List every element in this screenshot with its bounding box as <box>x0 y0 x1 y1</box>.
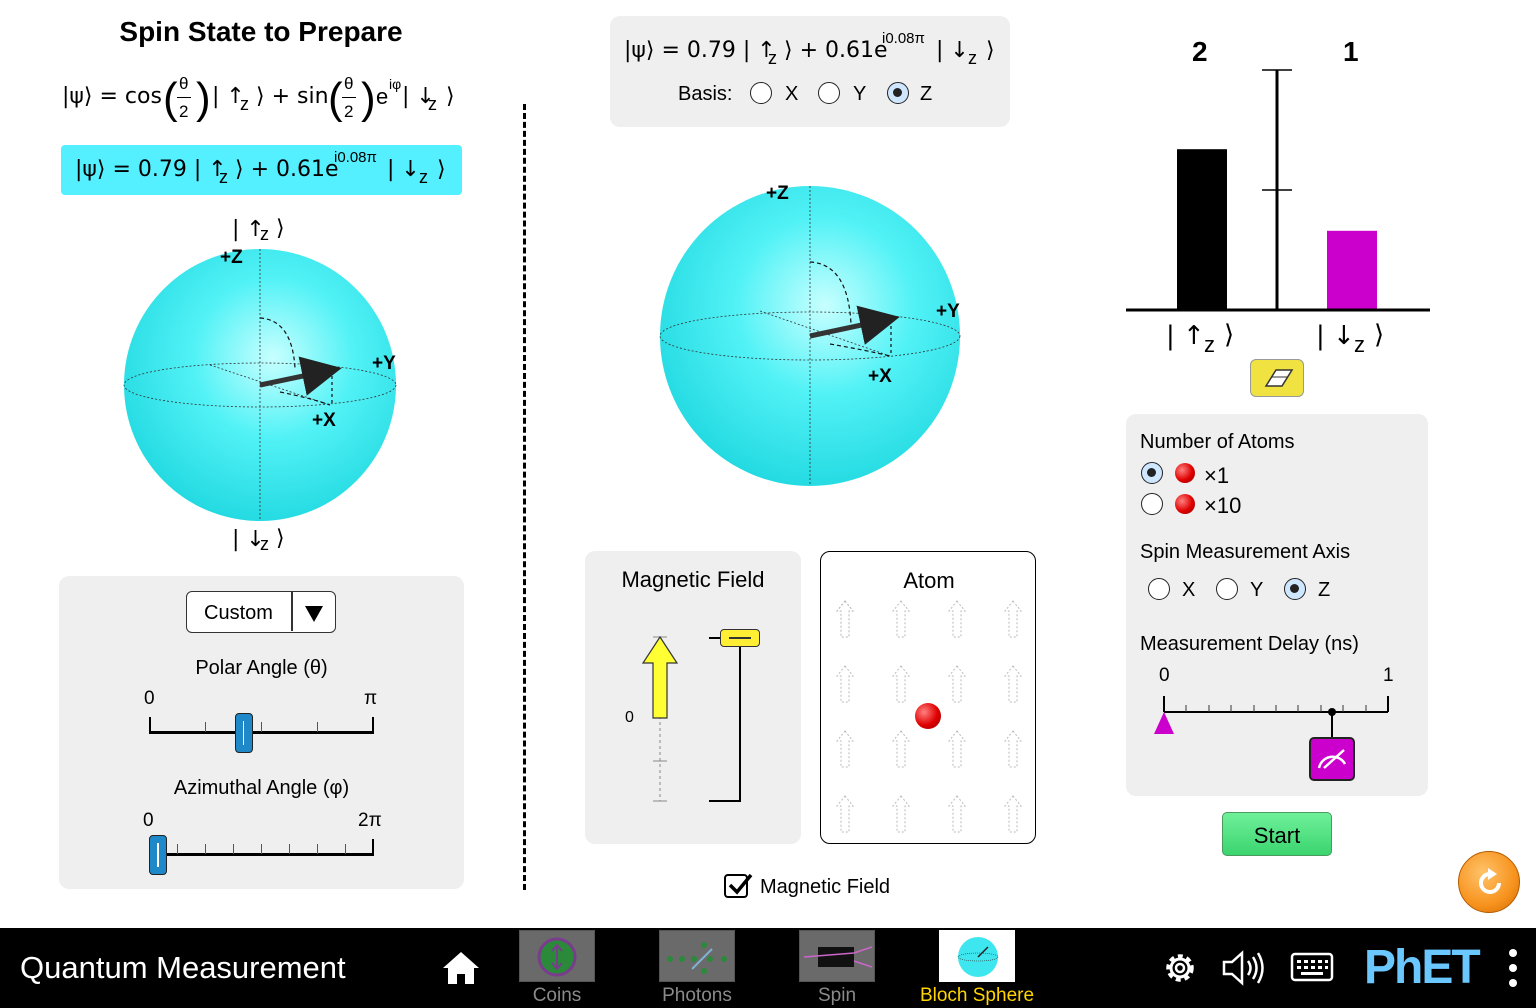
atoms-x10-radio[interactable] <box>1141 493 1163 515</box>
polar-angle-thumb[interactable] <box>234 713 253 753</box>
axis-x-label: X <box>1182 579 1196 601</box>
axis-x-radio[interactable] <box>1148 578 1170 600</box>
home-icon[interactable] <box>441 950 481 986</box>
page-title: Spin State to Prepare <box>119 16 403 47</box>
atoms-title: Number of Atoms <box>1140 431 1295 453</box>
atom-panel: Atom <box>820 551 1036 844</box>
field-arrow-icon <box>641 635 679 802</box>
axis-z-label: Z <box>1318 579 1331 601</box>
azimuthal-angle-thumb[interactable] <box>149 835 167 875</box>
basis-x-label: X <box>785 83 799 105</box>
photons-icon <box>667 942 727 974</box>
checkmark-icon <box>728 873 753 895</box>
reset-icon <box>1479 868 1501 894</box>
down-ket-label: | ↓ z ⟩ <box>232 526 285 554</box>
measured-state-equation: |ψ⟩ = 0.79 | ↑ z ⟩ + 0.61e i0.08π | ↓ z … <box>624 30 995 68</box>
delay-detector-thumb <box>1309 737 1355 781</box>
down-count-bar <box>1327 230 1377 310</box>
bloch-sphere-icon <box>957 937 999 977</box>
atom-title: Atom <box>903 568 955 593</box>
atoms-x1-radio[interactable] <box>1141 462 1163 484</box>
field-zero-label: 0 <box>625 709 634 726</box>
measured-state-panel: |ψ⟩ = 0.79 | ↑ z ⟩ + 0.61e i0.08π | ↓ z … <box>610 16 1010 127</box>
up-ket-bar-label: | ↑ z ⟩ <box>1166 320 1235 357</box>
gear-icon[interactable] <box>1161 949 1199 987</box>
prepared-state-box: |ψ⟩ = 0.79 | ↑ z ⟩ + 0.61e i0.08π | ↓ z … <box>61 145 462 195</box>
axis-title: Spin Measurement Axis <box>1140 541 1351 563</box>
axis-y-label: Y <box>1250 579 1264 601</box>
atom-icon <box>1175 463 1195 483</box>
eraser-icon <box>1264 369 1294 387</box>
magnetic-field-checkbox[interactable] <box>724 873 753 898</box>
left-plus-z-label: +Z <box>220 247 243 268</box>
start-button[interactable]: Start <box>1222 812 1332 856</box>
axis-y-radio[interactable] <box>1216 578 1238 600</box>
spin-icon <box>804 946 872 968</box>
magnetic-field-title: Magnetic Field <box>621 567 765 592</box>
azimuthal-angle-slider[interactable] <box>149 828 374 875</box>
sim-title: Quantum Measurement <box>20 950 346 985</box>
center-plus-x-label: +X <box>868 366 892 387</box>
general-state-equation: |ψ⟩ = cos ( θ 2 ) | ↑ z ⟩ + sin ( θ 2 ) … <box>62 74 455 123</box>
basis-label: Basis: <box>678 83 733 105</box>
screen-tab-spin[interactable]: Spin <box>767 928 907 1008</box>
magnetic-field-checkbox-label: Magnetic Field <box>760 876 891 898</box>
navigation-bar: Quantum Measurement Coins Photons Spin B… <box>0 928 1536 1008</box>
atoms-x1-label: ×1 <box>1204 463 1230 488</box>
up-count-bar <box>1177 149 1227 310</box>
state-controls-panel: Custom Polar Angle (θ) 0 π Azimuthal Ang… <box>59 576 464 889</box>
coin-icon <box>537 937 577 977</box>
magnetic-field-panel: Magnetic Field 0 <box>585 551 801 844</box>
measurement-settings-panel: Number of Atoms ×1 ×10 Spin Measurement … <box>1126 414 1428 796</box>
keyboard-icon[interactable] <box>1290 952 1334 982</box>
left-plus-y-label: +Y <box>372 353 396 374</box>
reset-all-button[interactable] <box>1458 851 1520 913</box>
measurement-bloch-sphere <box>659 186 961 486</box>
delay-start-marker <box>1154 712 1174 734</box>
basis-z-label: Z <box>920 83 933 105</box>
chevron-down-icon <box>305 606 323 622</box>
delay-title: Measurement Delay (ns) <box>1140 633 1359 655</box>
basis-y-radio[interactable] <box>818 82 840 104</box>
left-plus-x-label: +X <box>312 410 336 431</box>
measurement-histogram <box>1126 69 1430 312</box>
azimuthal-angle-label: Azimuthal Angle (φ) <box>173 777 350 799</box>
sound-icon[interactable] <box>1220 948 1268 988</box>
atom-icon <box>1175 494 1195 514</box>
phet-logo[interactable]: PhET <box>1364 940 1481 995</box>
atoms-x10-label: ×10 <box>1204 493 1242 518</box>
preparation-bloch-sphere[interactable] <box>110 240 410 540</box>
basis-x-radio[interactable] <box>750 82 772 104</box>
basis-z-radio[interactable] <box>887 82 909 104</box>
screen-tab-bloch-sphere[interactable]: Bloch Sphere <box>907 928 1047 1008</box>
polar-angle-label: Polar Angle (θ) <box>195 657 328 679</box>
screen-tab-coins[interactable]: Coins <box>487 928 627 1008</box>
eraser-button[interactable] <box>1250 359 1304 397</box>
section-divider <box>523 104 526 890</box>
field-strength-slider[interactable] <box>705 629 760 804</box>
axis-z-radio[interactable] <box>1284 578 1306 600</box>
field-strength-thumb[interactable] <box>720 629 760 647</box>
screen-tab-photons[interactable]: Photons <box>627 928 767 1008</box>
polar-angle-slider[interactable] <box>149 706 374 753</box>
measurement-delay-slider[interactable] <box>1150 684 1400 784</box>
down-ket-bar-label: | ↓ z ⟩ <box>1316 320 1385 357</box>
more-options-icon[interactable] <box>1506 946 1520 990</box>
basis-y-label: Y <box>853 83 867 105</box>
atom-icon <box>915 703 941 729</box>
preset-dropdown[interactable]: Custom <box>186 591 336 633</box>
center-plus-y-label: +Y <box>936 301 960 322</box>
center-plus-z-label: +Z <box>766 183 789 204</box>
